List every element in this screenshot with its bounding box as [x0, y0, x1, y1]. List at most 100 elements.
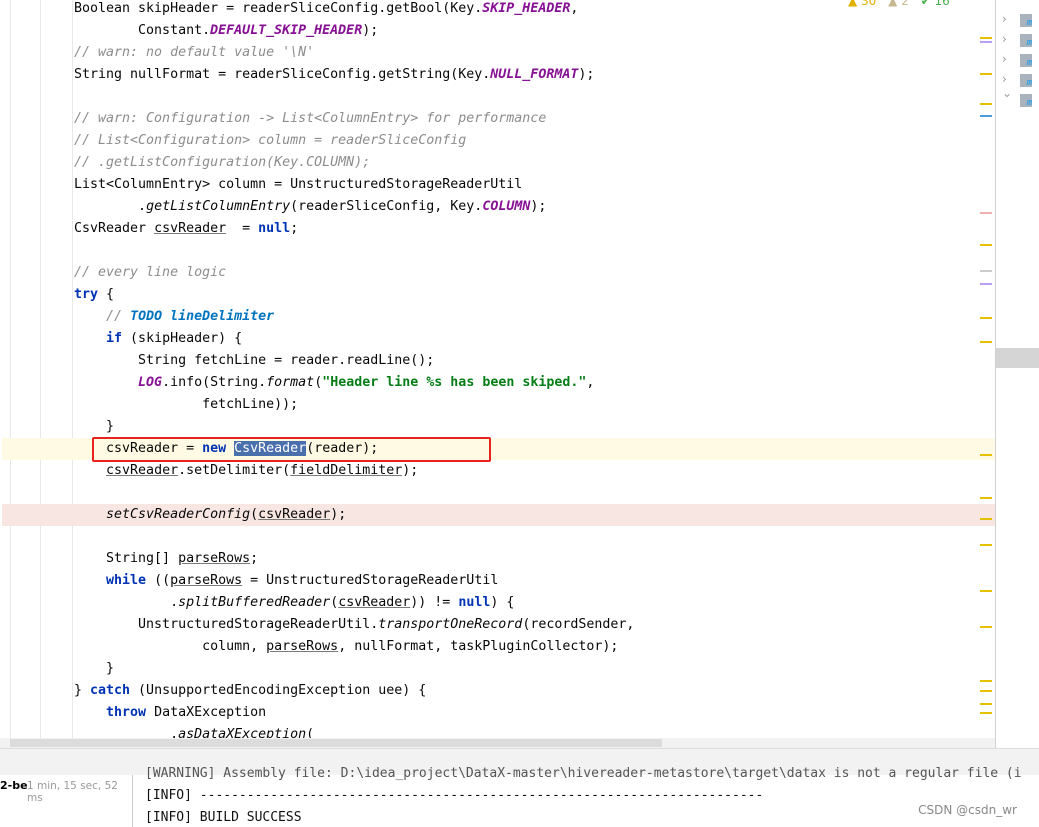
code-token: null	[258, 221, 291, 236]
stripe-marker[interactable]	[980, 115, 992, 117]
code-token: (UnsupportedEncodingException uee) {	[130, 683, 427, 698]
code-line[interactable]: .getListColumnEntry(readerSliceConfig, K…	[2, 196, 995, 218]
run-task-label[interactable]: 2-be	[0, 779, 28, 792]
code-token: ;	[250, 551, 259, 566]
selected-tree-row[interactable]	[996, 348, 1039, 368]
code-line[interactable]: setCsvReaderConfig(csvReader);	[2, 504, 995, 526]
watermark: CSDN @csdn_wr	[918, 803, 1017, 817]
code-token: = UnstructuredStorageReaderUtil	[242, 573, 499, 588]
stripe-marker[interactable]	[980, 212, 992, 214]
stripe-marker[interactable]	[980, 680, 992, 682]
code-line[interactable]: if (skipHeader) {	[2, 328, 995, 350]
code-line[interactable]: while ((parseRows = UnstructuredStorageR…	[2, 570, 995, 592]
stripe-marker[interactable]	[980, 626, 992, 628]
code-line[interactable]: throw DataXException	[2, 702, 995, 724]
code-token: // List<Configuration> column = readerSl…	[74, 133, 467, 148]
code-token: (skipHeader) {	[122, 331, 243, 346]
typo-icon: ✔ 16	[921, 0, 950, 8]
code-line[interactable]: column, parseRows, nullFormat, taskPlugi…	[2, 636, 995, 658]
stripe-marker[interactable]	[980, 454, 992, 456]
warning-count: 30	[861, 0, 877, 8]
chevron-right-icon[interactable]: ›	[1002, 52, 1007, 66]
code-line[interactable]: Boolean skipHeader = readerSliceConfig.g…	[2, 0, 995, 20]
chevron-right-icon[interactable]: ›	[1002, 32, 1007, 46]
code-line[interactable]: // TODO lineDelimiter	[2, 306, 995, 328]
stripe-marker[interactable]	[980, 497, 992, 499]
code-token: (readerSliceConfig, Key.	[290, 199, 483, 214]
code-token: }	[74, 683, 91, 698]
code-line[interactable]: LOG.info(String.format("Header line %s h…	[2, 372, 995, 394]
code-token: parseRows	[266, 639, 339, 654]
stripe-marker[interactable]	[980, 317, 992, 319]
code-line[interactable]	[2, 482, 995, 504]
maven-module-icon: m	[1020, 34, 1032, 48]
code-line[interactable]	[2, 240, 995, 262]
code-line[interactable]: CsvReader csvReader = null;	[2, 218, 995, 240]
code-line[interactable]	[2, 86, 995, 108]
stripe-marker[interactable]	[980, 270, 992, 272]
code-line[interactable]: String nullFormat = readerSliceConfig.ge…	[2, 64, 995, 86]
chevron-right-icon[interactable]: ›	[1002, 72, 1007, 86]
code-line[interactable]: List<ColumnEntry> column = UnstructuredS…	[2, 174, 995, 196]
stripe-marker[interactable]	[980, 518, 992, 520]
code-token: ;	[290, 221, 299, 236]
code-line[interactable]: // List<Configuration> column = readerSl…	[2, 130, 995, 152]
stripe-marker[interactable]	[980, 703, 992, 705]
code-line[interactable]: try {	[2, 284, 995, 306]
inspection-widget[interactable]: ▲ 30 ▲ 2 ✔ 16	[848, 0, 958, 8]
run-tree[interactable]: 2-be 1 min, 15 sec, 52 ms	[0, 775, 133, 827]
code-token: DataXException	[146, 705, 267, 720]
code-token: );	[578, 67, 595, 82]
code-token: .setDelimiter(	[178, 463, 291, 478]
code-line[interactable]: // every line logic	[2, 262, 995, 284]
stripe-marker[interactable]	[980, 41, 992, 43]
code-line[interactable]: // warn: Configuration -> List<ColumnEnt…	[2, 108, 995, 130]
code-line[interactable]: .splitBufferedReader(csvReader)) != null…	[2, 592, 995, 614]
horizontal-scrollbar[interactable]	[0, 738, 995, 748]
code-line[interactable]: }	[2, 416, 995, 438]
code-line[interactable]: } catch (UnsupportedEncodingException ue…	[2, 680, 995, 702]
code-line[interactable]: String[] parseRows;	[2, 548, 995, 570]
code-editor[interactable]: Boolean skipHeader = readerSliceConfig.g…	[0, 0, 995, 738]
stripe-marker[interactable]	[980, 103, 992, 105]
highlight-annotation-box	[92, 437, 491, 462]
code-token: ) {	[490, 595, 515, 610]
chevron-right-icon[interactable]: ›	[1002, 12, 1007, 26]
console-line: [INFO] BUILD SUCCESS	[145, 810, 302, 825]
code-token: List<ColumnEntry> column = UnstructuredS…	[74, 177, 523, 192]
code-line[interactable]: Constant.DEFAULT_SKIP_HEADER);	[2, 20, 995, 42]
stripe-marker[interactable]	[980, 712, 992, 714]
stripe-marker[interactable]	[980, 283, 992, 285]
stripe-marker[interactable]	[980, 544, 992, 546]
scrollbar-thumb[interactable]	[10, 739, 662, 747]
code-line[interactable]: }	[2, 658, 995, 680]
code-line[interactable]: csvReader.setDelimiter(fieldDelimiter);	[2, 460, 995, 482]
stripe-marker[interactable]	[980, 244, 992, 246]
code-line[interactable]: .asDataXException(	[2, 724, 995, 738]
stripe-marker[interactable]	[980, 590, 992, 592]
code-line[interactable]: // warn: no default value '\N'	[2, 42, 995, 64]
code-token: .info(String.	[162, 375, 267, 390]
code-token: parseRows	[170, 573, 243, 588]
code-token: // .getListConfiguration(Key.COLUMN);	[74, 155, 371, 170]
code-line[interactable]: // .getListConfiguration(Key.COLUMN);	[2, 152, 995, 174]
code-token: while	[106, 573, 147, 588]
code-line[interactable]: fetchLine));	[2, 394, 995, 416]
stripe-marker[interactable]	[980, 341, 992, 343]
code-token: UnstructuredStorageReaderUtil.	[74, 617, 379, 632]
maven-module-icon: m	[1020, 14, 1032, 28]
stripe-marker[interactable]	[980, 690, 992, 692]
code-token: try	[74, 287, 99, 302]
warning-icon: ▲ 30	[848, 0, 876, 8]
chevron-down-icon[interactable]: ⌄	[1002, 86, 1012, 100]
project-tree-panel[interactable]: › m › m › m › m ⌄ m	[995, 0, 1039, 748]
stripe-marker[interactable]	[980, 37, 992, 39]
code-line[interactable]: String fetchLine = reader.readLine();	[2, 350, 995, 372]
code-line[interactable]	[2, 526, 995, 548]
error-stripe[interactable]	[978, 0, 995, 738]
stripe-marker[interactable]	[980, 73, 992, 75]
code-token: if	[106, 331, 123, 346]
code-token: fieldDelimiter	[290, 463, 403, 478]
code-line[interactable]: UnstructuredStorageReaderUtil.transportO…	[2, 614, 995, 636]
